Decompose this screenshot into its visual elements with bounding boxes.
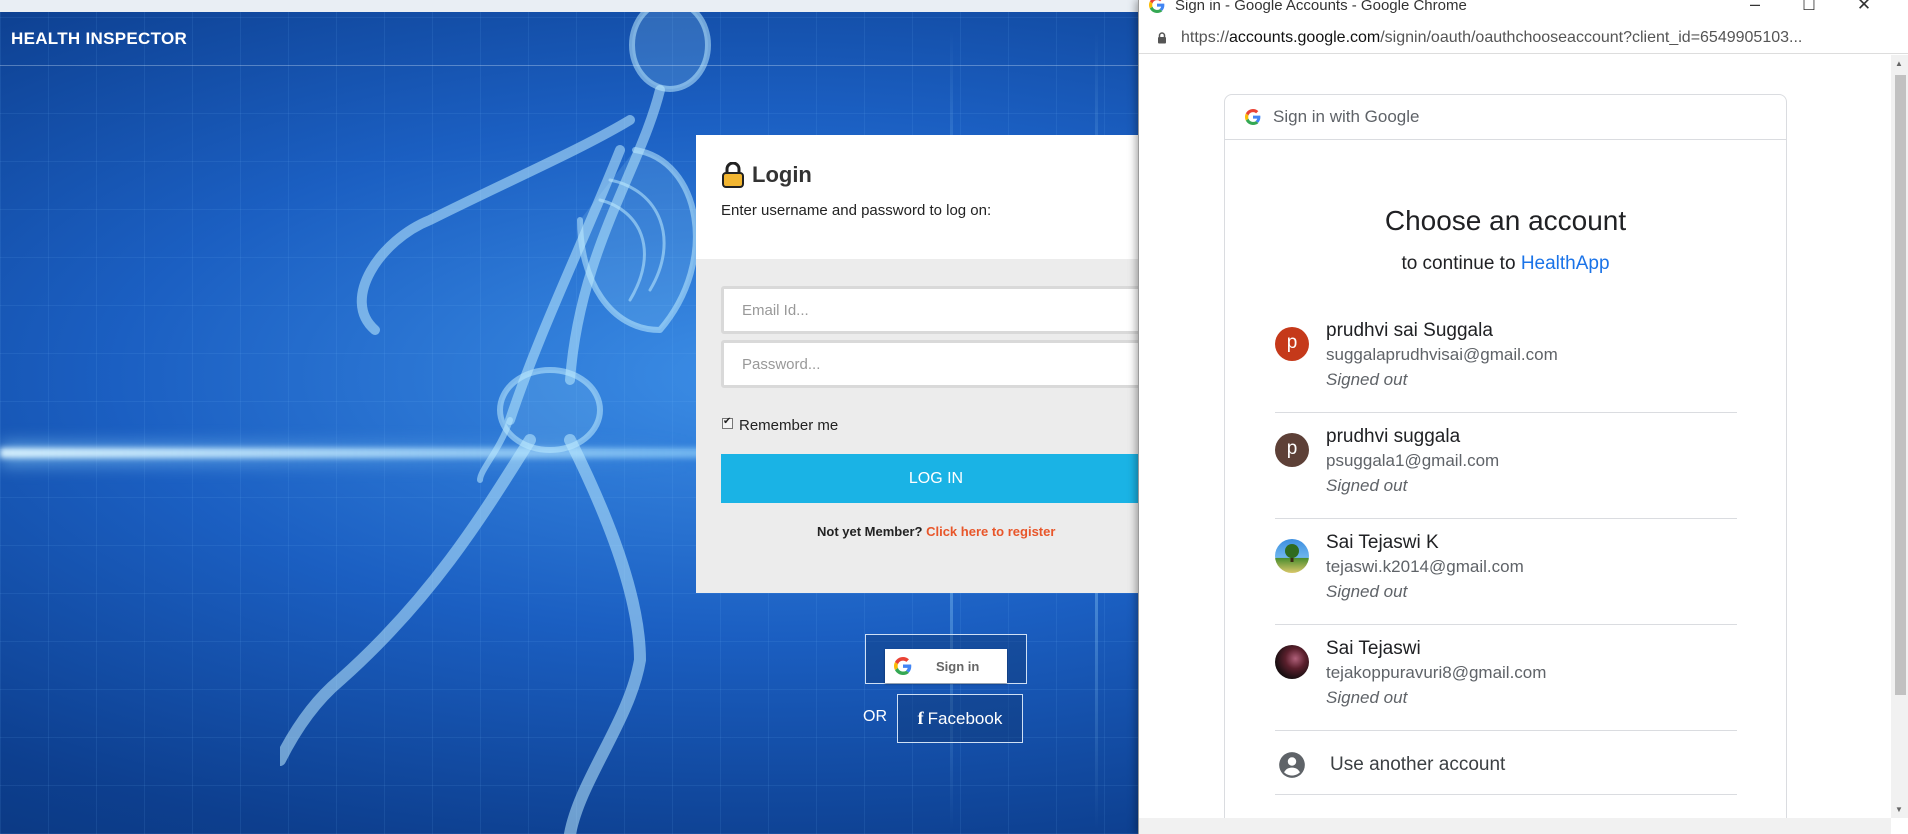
app-name-link[interactable]: HealthApp: [1521, 253, 1610, 274]
login-card-header: Login Enter username and password to log…: [696, 135, 1140, 259]
url-text: https://accounts.google.com/signin/oauth…: [1181, 29, 1802, 47]
popup-content: Sign in with Google Choose an account to…: [1139, 55, 1891, 834]
window-titlebar: Sign in - Google Accounts - Google Chrom…: [1139, 0, 1908, 22]
google-signin-popup-window: Sign in - Google Accounts - Google Chrom…: [1138, 0, 1908, 834]
vertical-scrollbar[interactable]: ▲ ▼: [1891, 55, 1908, 818]
remember-me-checkbox[interactable]: [722, 416, 733, 429]
account-circle-icon: [1279, 751, 1305, 778]
login-card: Login Enter username and password to log…: [696, 135, 1151, 593]
scroll-down-icon[interactable]: ▼: [1895, 805, 1903, 814]
account-item[interactable]: Sai Tejaswi tejakoppuravuri8@gmail.com S…: [1275, 625, 1737, 731]
tree-photo-icon: [1285, 544, 1299, 562]
account-status: Signed out: [1326, 688, 1408, 707]
google-g-icon: [1245, 109, 1261, 125]
url-host: accounts.google.com: [1229, 29, 1381, 46]
login-button[interactable]: LOG IN: [721, 454, 1151, 503]
url-scheme: https://: [1181, 29, 1230, 46]
facebook-login-button[interactable]: f Facebook: [897, 694, 1023, 743]
app-title: HEALTH INSPECTOR: [11, 29, 188, 48]
card-header-text: Sign in with Google: [1273, 107, 1420, 126]
app-header: HEALTH INSPECTOR: [0, 12, 1140, 66]
account-name: Sai Tejaswi K: [1326, 532, 1439, 553]
email-field[interactable]: [721, 286, 1151, 334]
padlock-icon: [1158, 32, 1166, 44]
account-email: tejaswi.k2014@gmail.com: [1326, 557, 1524, 576]
account-name: prudhvi suggala: [1326, 426, 1461, 447]
account-item[interactable]: Sai Tejaswi K tejaswi.k2014@gmail.com Si…: [1275, 519, 1737, 625]
account-name: prudhvi sai Suggala: [1326, 320, 1493, 341]
avatar: p: [1275, 433, 1309, 467]
url-path: /signin/oauth/oauthchooseaccount?client_…: [1380, 29, 1803, 46]
account-status: Signed out: [1326, 582, 1408, 601]
account-status: Signed out: [1326, 476, 1408, 495]
use-another-account-label: Use another account: [1330, 753, 1506, 775]
account-email: psuggala1@gmail.com: [1326, 451, 1500, 470]
card-header: Sign in with Google: [1225, 95, 1786, 140]
scrollbar-thumb[interactable]: [1895, 75, 1906, 695]
register-line: Not yet Member? Click here to register: [817, 524, 1055, 539]
continue-line: to continue to HealthApp: [1225, 253, 1786, 275]
google-g-icon: [894, 657, 912, 675]
address-bar[interactable]: https://accounts.google.com/signin/oauth…: [1139, 22, 1908, 54]
use-another-account-button[interactable]: Use another account: [1275, 735, 1737, 795]
google-signin-label: Sign in: [936, 658, 980, 674]
register-link[interactable]: Click here to register: [926, 524, 1055, 539]
remember-me-row[interactable]: Remember me: [722, 416, 839, 434]
avatar-photo: [1275, 645, 1309, 679]
minimize-icon[interactable]: –: [1745, 0, 1765, 15]
account-email: suggalaprudhvisai@gmail.com: [1326, 345, 1558, 364]
google-signin-frame: Sign in: [865, 634, 1027, 684]
google-signin-button[interactable]: Sign in: [885, 649, 1007, 683]
choose-account-heading: Choose an account: [1384, 205, 1627, 236]
browser-strip: [0, 0, 1140, 12]
or-separator: OR: [863, 708, 887, 725]
continue-prefix: to continue to: [1401, 253, 1516, 274]
login-title-text: Login: [752, 162, 812, 187]
avatar-photo: [1275, 539, 1309, 573]
close-icon[interactable]: ✕: [1854, 0, 1874, 15]
login-subtitle: Enter username and password to log on:: [721, 202, 992, 219]
facebook-label: Facebook: [927, 708, 1003, 728]
account-status: Signed out: [1326, 370, 1408, 389]
scroll-up-icon[interactable]: ▲: [1895, 59, 1903, 68]
account-item[interactable]: p prudhvi sai Suggala suggalaprudhvisai@…: [1275, 307, 1737, 413]
lock-icon: [722, 162, 744, 188]
window-bottom-bar: [1139, 818, 1891, 834]
google-g-icon: [1149, 0, 1165, 13]
account-item[interactable]: p prudhvi suggala psuggala1@gmail.com Si…: [1275, 413, 1737, 519]
login-title: Login: [722, 162, 812, 188]
facebook-icon: f: [917, 708, 924, 728]
maximize-icon[interactable]: ☐: [1799, 0, 1819, 14]
account-email: tejakoppuravuri8@gmail.com: [1326, 663, 1547, 682]
register-prompt: Not yet Member?: [817, 524, 923, 539]
account-name: Sai Tejaswi: [1326, 638, 1421, 659]
remember-me-label: Remember me: [739, 417, 839, 434]
window-title: Sign in - Google Accounts - Google Chrom…: [1175, 0, 1467, 14]
google-account-chooser-card: Sign in with Google Choose an account to…: [1224, 94, 1787, 834]
password-field[interactable]: [721, 340, 1151, 388]
avatar: p: [1275, 327, 1309, 361]
